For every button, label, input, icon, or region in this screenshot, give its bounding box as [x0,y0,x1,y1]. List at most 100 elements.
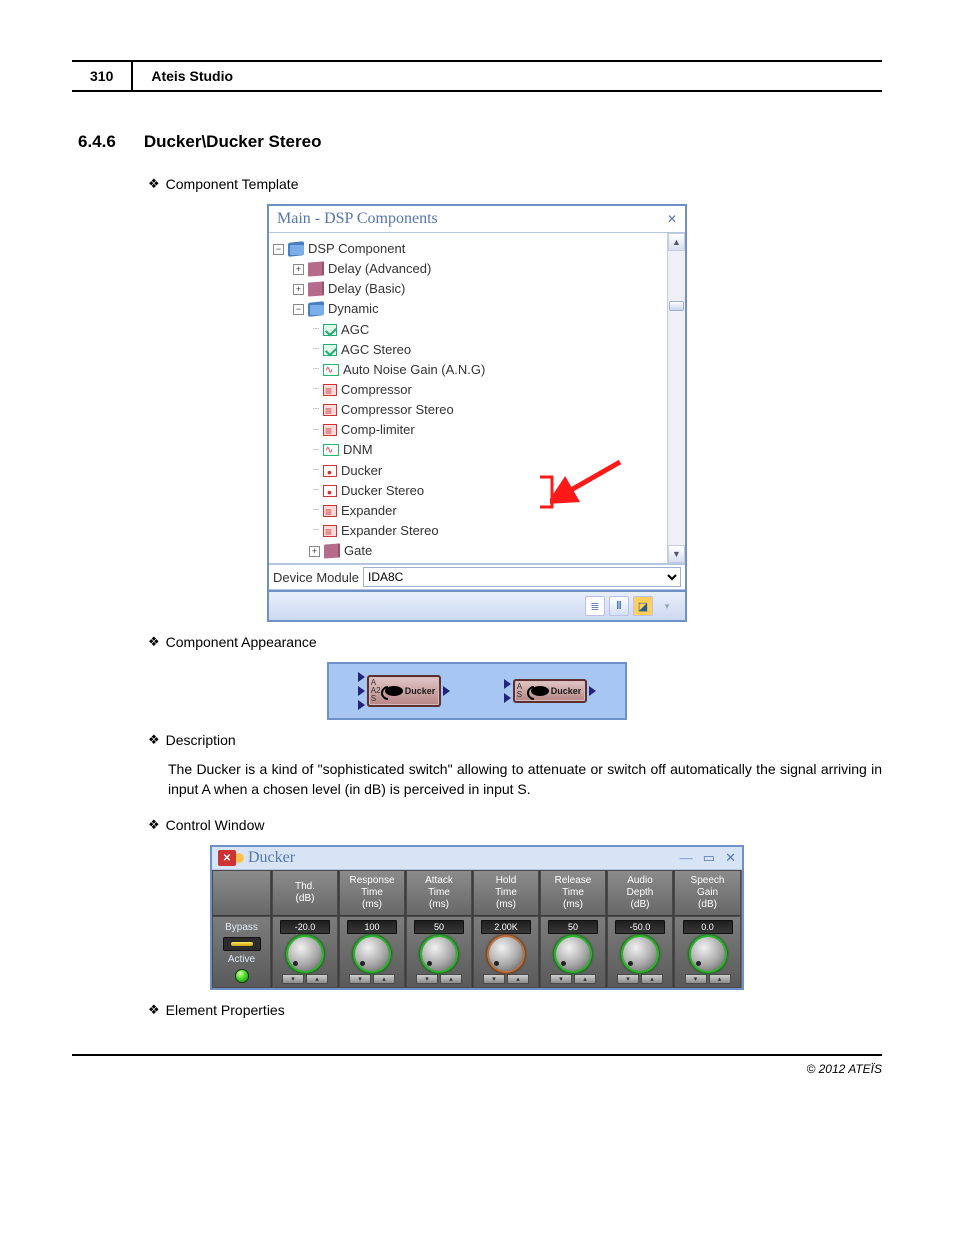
expander-icon [323,525,337,537]
book-icon [308,262,324,277]
tree-item-dynamic[interactable]: − Dynamic [273,299,665,319]
minimize-icon[interactable]: — [680,850,693,866]
tree-root[interactable]: − DSP Component [273,239,665,259]
tree-label: Ducker Stereo [341,481,424,501]
response-knob[interactable] [355,937,389,971]
decrement-button[interactable]: ▾ [483,974,505,984]
module-icon[interactable]: ◪ [633,596,653,616]
close-icon[interactable]: ✕ [667,212,677,227]
tree-item-gate[interactable]: + Gate [273,541,665,561]
tree-item-ducker[interactable]: ┈ Ducker [273,461,665,481]
app-icon [218,850,236,866]
col-header-hold: HoldTime(ms) [473,870,539,916]
response-value[interactable]: 100 [347,920,397,934]
bypass-switch[interactable] [223,937,261,951]
decrement-button[interactable]: ▾ [416,974,438,984]
scroll-down-icon[interactable]: ▼ [668,545,685,563]
tree-item-expander[interactable]: ┈ Expander [273,501,665,521]
decrement-button[interactable]: ▾ [617,974,639,984]
decrement-button[interactable]: ▾ [282,974,304,984]
page-header: 310 Ateis Studio [72,60,882,92]
tree-item-delay-basic[interactable]: + Delay (Basic) [273,279,665,299]
agc-icon [323,344,337,356]
decrement-button[interactable]: ▾ [685,974,707,984]
ducker-icon [323,485,337,497]
bullet-element-properties: ❖ Element Properties [148,1002,882,1018]
attack-value[interactable]: 50 [414,920,464,934]
maximize-icon[interactable]: ▭ [703,850,715,866]
doc-title: Ateis Studio [133,62,882,92]
increment-button[interactable]: ▴ [641,974,663,984]
device-module-select[interactable]: IDA8C [363,567,681,587]
tree-label: Auto Noise Gain (A.N.G) [343,360,485,380]
ducker-block-2in[interactable]: A S Ducker [504,679,597,703]
window-titlebar[interactable]: Ducker — ▭ ✕ [212,847,742,869]
speech-value[interactable]: 0.0 [683,920,733,934]
close-icon[interactable]: ✕ [725,850,736,866]
expand-icon[interactable]: + [293,284,304,295]
thd-control: -20.0 ▾▴ [272,916,338,988]
depth-value[interactable]: -50.0 [615,920,665,934]
increment-button[interactable]: ▴ [507,974,529,984]
tree-item-compressor-stereo[interactable]: ┈ Compressor Stereo [273,400,665,420]
dropdown-icon[interactable]: ▾ [657,596,677,616]
ducker-icon [323,465,337,477]
scroll-track[interactable] [668,251,685,545]
increment-button[interactable]: ▴ [373,974,395,984]
ducker-block-3in[interactable]: A A2 S Ducker [358,672,451,710]
tree-item-compressor[interactable]: ┈ Compressor [273,380,665,400]
release-value[interactable]: 50 [548,920,598,934]
tree-label: DSP Component [308,239,405,259]
tree-item-agc[interactable]: ┈ AGC [273,320,665,340]
expand-icon[interactable]: + [309,546,320,557]
tree-item-ang[interactable]: ┈ Auto Noise Gain (A.N.G) [273,360,665,380]
component-appearance-panel: A A2 S Ducker A S Ducker [327,662,627,720]
folder-icon [288,241,304,257]
scroll-up-icon[interactable]: ▲ [668,233,685,251]
component-tree[interactable]: − DSP Component + Delay (Advanced) + Del… [269,233,667,563]
device-module-row: Device Module IDA8C [269,564,685,590]
tree-item-ducker-stereo[interactable]: ┈ Ducker Stereo [273,481,665,501]
release-knob[interactable] [556,937,590,971]
decrement-button[interactable]: ▾ [550,974,572,984]
expand-icon[interactable]: + [293,264,304,275]
increment-button[interactable]: ▴ [306,974,328,984]
scroll-thumb[interactable] [669,301,684,311]
speech-knob[interactable] [691,937,725,971]
depth-knob[interactable] [623,937,657,971]
thd-value[interactable]: -20.0 [280,920,330,934]
speech-control: 0.0 ▾▴ [674,916,741,988]
tree-item-comp-limiter[interactable]: ┈ Comp-limiter [273,420,665,440]
col-header-release: ReleaseTime(ms) [540,870,606,916]
diamond-icon: ❖ [148,176,160,192]
bypass-active-panel: Bypass Active [212,916,271,988]
tree-item-delay-advanced[interactable]: + Delay (Advanced) [273,259,665,279]
pin-icon[interactable]: ‖ [609,596,629,616]
increment-button[interactable]: ▴ [574,974,596,984]
scrollbar[interactable]: ▲ ▼ [667,233,685,563]
section-number: 6.4.6 [78,132,116,152]
increment-button[interactable]: ▴ [709,974,731,984]
tree-item-expander-stereo[interactable]: ┈ Expander Stereo [273,521,665,541]
bullet-label: Element Properties [166,1002,285,1018]
hold-value[interactable]: 2.00K [481,920,531,934]
thd-knob[interactable] [288,937,322,971]
collapse-icon[interactable]: − [293,304,304,315]
tree-label: Ducker [341,461,382,481]
attack-knob[interactable] [422,937,456,971]
active-led-icon [235,969,249,983]
bullet-label: Component Template [166,176,299,192]
ducker-symbol-icon [531,686,549,696]
decrement-button[interactable]: ▾ [349,974,371,984]
tree-item-agc-stereo[interactable]: ┈ AGC Stereo [273,340,665,360]
list-view-icon[interactable]: ≣ [585,596,605,616]
tree-label: Dynamic [328,299,379,319]
hold-knob[interactable] [489,937,523,971]
tree-item-dnm[interactable]: ┈ DNM [273,440,665,460]
section-heading: 6.4.6 Ducker\Ducker Stereo [78,132,882,152]
component-name: Ducker [551,686,582,696]
folder-icon [308,302,324,318]
collapse-icon[interactable]: − [273,244,284,255]
dsp-components-panel: Main - DSP Components ✕ − DSP Component … [267,204,687,622]
increment-button[interactable]: ▴ [440,974,462,984]
